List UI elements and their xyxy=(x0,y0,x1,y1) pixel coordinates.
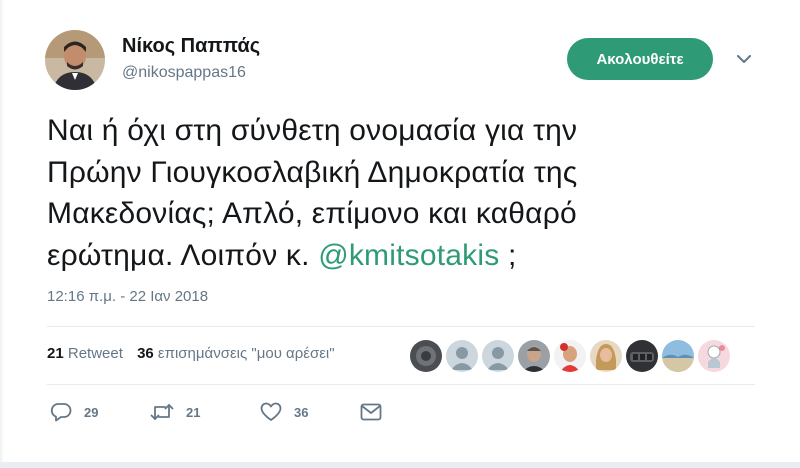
mention-link[interactable]: @kmitsotakis xyxy=(318,239,499,272)
like-button[interactable]: 36 xyxy=(260,402,360,422)
chevron-down-icon[interactable] xyxy=(734,49,754,69)
heart-icon xyxy=(260,402,282,422)
liker-avatar[interactable] xyxy=(518,340,550,372)
tweet-text-line: Πρώην Γιουγκοσλαβική Δημοκρατία της xyxy=(47,155,578,189)
direct-message-button[interactable] xyxy=(360,403,382,421)
retweets-stat[interactable]: 21 Retweet xyxy=(47,345,123,362)
tweet-text-line: ερώτημα. Λοιπόν κ. @kmitsotakis ; xyxy=(47,235,687,277)
tweet-text-fragment: ; xyxy=(499,238,517,272)
divider xyxy=(47,384,755,385)
tweet-actions: 29 21 36 xyxy=(50,402,382,422)
liker-avatar[interactable] xyxy=(590,340,622,372)
liker-avatar[interactable] xyxy=(698,340,730,372)
divider xyxy=(47,326,755,327)
tweet-text-line: Ναι ή όχι στη σύνθετη ονομασία για την xyxy=(47,114,578,147)
reply-button[interactable]: 29 xyxy=(50,402,150,422)
tweet-text: Ναι ή όχι στη σύνθετη ονομασία για την Π… xyxy=(47,110,687,276)
liker-avatar-default[interactable] xyxy=(482,340,514,372)
retweet-count: 21 xyxy=(186,404,201,420)
tweet-text-fragment: ερώτημα. Λοιπόν κ. xyxy=(47,238,319,272)
liker-avatar[interactable] xyxy=(626,340,658,372)
retweet-icon xyxy=(150,402,174,422)
engagement-stats: 21 Retweet 36 επισημάνσεις "μου αρέσει" xyxy=(47,345,345,362)
likes-stat[interactable]: 36 επισημάνσεις "μου αρέσει" xyxy=(137,345,335,362)
reply-icon xyxy=(50,402,72,422)
likes-count: 36 xyxy=(137,345,154,362)
liker-avatar[interactable] xyxy=(554,340,586,372)
likes-label: επισημάνσεις "μου αρέσει" xyxy=(157,345,335,362)
reply-count: 29 xyxy=(84,404,99,420)
liker-avatar-default[interactable] xyxy=(446,340,478,372)
liker-avatars xyxy=(410,340,734,372)
liker-avatar[interactable] xyxy=(662,340,694,372)
display-name[interactable]: Νίκος Παππάς xyxy=(122,35,260,58)
tweet-timestamp[interactable]: 12:16 π.μ. - 22 Ιαν 2018 xyxy=(47,288,208,305)
envelope-icon xyxy=(360,403,382,421)
following-button[interactable]: Ακολουθείτε xyxy=(567,38,713,80)
liker-avatar[interactable] xyxy=(410,340,442,372)
user-handle[interactable]: @nikospappas16 xyxy=(122,64,246,82)
retweets-count: 21 xyxy=(47,345,64,362)
tweet-card: Νίκος Παππάς @nikospappas16 Ακολουθείτε … xyxy=(0,0,800,468)
page-edge-left xyxy=(0,0,4,468)
like-count: 36 xyxy=(294,404,309,420)
avatar[interactable] xyxy=(45,30,105,90)
page-edge-bottom xyxy=(0,462,800,468)
tweet-text-line: Μακεδονίας; Απλό, επίμονο και καθαρό xyxy=(47,197,577,230)
retweets-label: Retweet xyxy=(67,345,123,362)
retweet-button[interactable]: 21 xyxy=(150,402,260,422)
